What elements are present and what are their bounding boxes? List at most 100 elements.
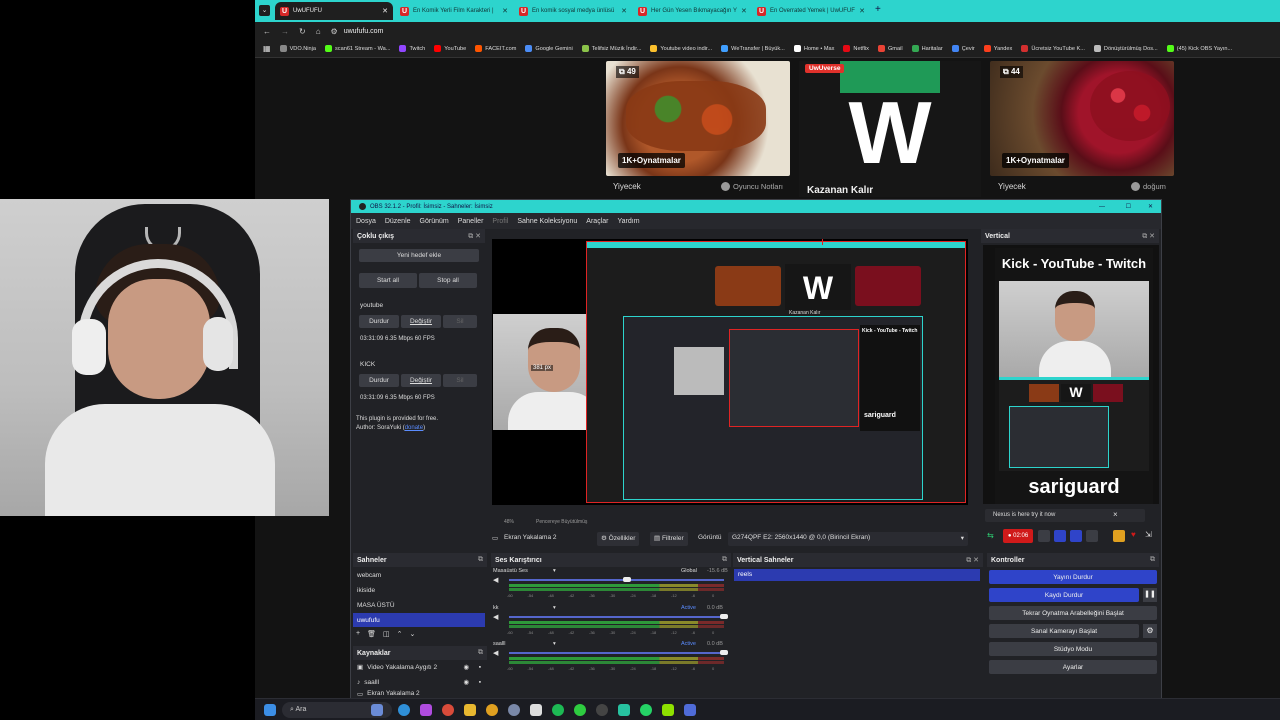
scene-switch-icon[interactable] xyxy=(1086,530,1098,542)
nexus-banner[interactable]: Nexus is here try it now × xyxy=(985,509,1145,522)
app-icon[interactable] xyxy=(574,704,586,716)
bookmark[interactable]: FACEIT.com xyxy=(475,45,516,52)
source-item[interactable]: ▣ Video Yakalama Aygıtı 2 ◉ ▪ xyxy=(353,660,485,674)
channel-mode[interactable]: Active xyxy=(681,605,696,611)
volume-slider[interactable] xyxy=(509,616,724,618)
menu-araclar[interactable]: Araçlar xyxy=(586,218,608,225)
widget-icon[interactable] xyxy=(371,704,383,716)
source-item[interactable]: ♪ saalll ◉ ▪ xyxy=(353,675,485,689)
tab-uwufufu[interactable]: U UwUFUFU ✕ xyxy=(275,2,393,20)
record-button[interactable]: ● 02:06 xyxy=(1003,529,1033,543)
spotify-icon[interactable] xyxy=(552,704,564,716)
bookmark[interactable]: Home • Max xyxy=(793,45,834,52)
forward-icon[interactable]: → xyxy=(281,27,289,36)
site-info-icon[interactable]: ⚙ xyxy=(331,27,338,36)
bookmark[interactable]: Dönüştürülmüş Dos... xyxy=(1093,45,1158,52)
settings-icon[interactable] xyxy=(508,704,520,716)
change-target-button[interactable]: Değiştir xyxy=(401,315,441,328)
visibility-icon[interactable]: ◉ xyxy=(463,678,469,686)
settings-icon[interactable] xyxy=(1113,530,1125,542)
tab-search-icon[interactable]: ⌄ xyxy=(259,5,270,16)
move-down-icon[interactable]: ⌄ xyxy=(409,630,415,638)
bookmark[interactable]: Haritalar xyxy=(911,45,943,52)
heart-icon[interactable]: ♥ xyxy=(1131,530,1136,539)
stop-target-button[interactable]: Durdur xyxy=(359,315,399,328)
trash-icon[interactable]: 🗑 xyxy=(367,630,376,638)
dock-controls-icon[interactable]: ⧉ xyxy=(722,556,727,564)
channel-mode[interactable]: Global xyxy=(681,568,697,574)
stop-target-button[interactable]: Durdur xyxy=(359,374,399,387)
dock-controls-icon[interactable]: ⧉ ✕ xyxy=(468,232,481,241)
donate-link[interactable]: donate xyxy=(405,425,423,431)
settings-button[interactable]: Ayarlar xyxy=(989,660,1157,674)
card-author[interactable]: Oyuncu Notları xyxy=(721,182,783,191)
link-icon[interactable]: ⇲ xyxy=(1145,530,1152,539)
menu-sahne-koleksiyonu[interactable]: Sahne Koleksiyonu xyxy=(517,218,577,225)
source-item[interactable]: ▭ Ekran Yakalama 2 xyxy=(353,689,485,698)
volume-slider[interactable] xyxy=(509,652,724,654)
close-banner-icon[interactable]: × xyxy=(1113,510,1118,519)
menu-profil[interactable]: Profil xyxy=(492,218,508,225)
filter-icon[interactable]: ◫ xyxy=(383,630,390,638)
maximize-icon[interactable]: ☐ xyxy=(1126,203,1131,210)
bookmark[interactable]: VDO.Ninja xyxy=(279,45,316,52)
start-replay-buffer-button[interactable]: Tekrar Oynatma Arabelleğini Başlat xyxy=(989,606,1157,620)
new-tab-button[interactable]: + xyxy=(875,4,881,15)
quiz-card-2[interactable]: UwUverse W Kazanan Kalır xyxy=(799,61,981,197)
reload-icon[interactable]: ↻ xyxy=(299,27,306,36)
properties-button[interactable]: ⚙ Özellikler xyxy=(597,532,640,546)
bookmark[interactable]: Yandex xyxy=(983,45,1012,52)
bookmark[interactable]: Twitch xyxy=(399,45,425,52)
main-preview[interactable]: 381 px W Kazanan Kalır Kick - YouTube - … xyxy=(492,239,968,505)
quiz-card-1[interactable]: ⧉ 49 1K+Oynatmalar xyxy=(606,61,790,176)
app-icon[interactable] xyxy=(442,704,454,716)
edge-icon[interactable] xyxy=(398,704,410,716)
vertical-preview[interactable]: Kick - YouTube - Twitch W sariguard xyxy=(983,245,1159,504)
dock-controls-icon[interactable]: ⧉ ✕ xyxy=(1142,232,1155,241)
stop-all-button[interactable]: Stop all xyxy=(419,273,477,288)
studio-mode-button[interactable]: Stüdyo Modu xyxy=(989,642,1157,656)
bookmark[interactable]: Youtube video indir... xyxy=(650,45,712,52)
close-tab-icon[interactable]: ✕ xyxy=(859,7,865,15)
menu-gorunum[interactable]: Görünüm xyxy=(420,218,449,225)
close-tab-icon[interactable]: ✕ xyxy=(741,7,747,15)
bookmark[interactable]: Çevir xyxy=(951,45,975,52)
scene-item[interactable]: MASA ÜSTÜ xyxy=(353,598,485,612)
chevron-down-icon[interactable]: ▾ xyxy=(553,641,556,647)
dock-controls-icon[interactable]: ⧉ xyxy=(1150,556,1155,564)
bookmark[interactable]: WeTransfer | Büyük... xyxy=(721,45,785,52)
app-icon[interactable] xyxy=(420,704,432,716)
tab-2[interactable]: U En Komik Yerli Film Karakteri | ✕ xyxy=(395,2,513,20)
virtualcam-icon[interactable] xyxy=(1070,530,1082,542)
gear-icon[interactable]: ⚙ xyxy=(1143,624,1157,638)
delete-target-button[interactable]: Sil xyxy=(443,315,477,328)
bookmark[interactable]: (45) Kick OBS Yayın... xyxy=(1166,45,1232,52)
screen-capture-source[interactable]: W Kazanan Kalır Kick - YouTube - Twitch … xyxy=(586,241,966,503)
tab-5[interactable]: U En Overrated Yemek | UwUFUF ✕ xyxy=(752,2,870,20)
stop-stream-button[interactable]: Yayını Durdur xyxy=(989,570,1157,584)
whatsapp-icon[interactable] xyxy=(640,704,652,716)
speaker-icon[interactable]: ◀ xyxy=(493,576,498,584)
close-tab-icon[interactable]: ✕ xyxy=(382,7,388,15)
app-icon[interactable] xyxy=(530,704,542,716)
pause-recording-icon[interactable]: ❚❚ xyxy=(1143,588,1157,602)
lock-icon[interactable]: ▪ xyxy=(479,664,481,671)
start-all-button[interactable]: Start all xyxy=(359,273,417,288)
speaker-icon[interactable]: ◀ xyxy=(493,613,498,621)
change-target-button[interactable]: Değiştir xyxy=(401,374,441,387)
dock-controls-icon[interactable]: ⧉ xyxy=(478,556,483,564)
channel-mode[interactable]: Active xyxy=(681,641,696,647)
bookmark[interactable]: Ücretsiz YouTube K... xyxy=(1021,45,1085,52)
volume-knob[interactable] xyxy=(623,577,632,582)
folder-icon[interactable] xyxy=(464,704,476,716)
minimize-icon[interactable]: — xyxy=(1099,204,1105,210)
dock-controls-icon[interactable]: ⧉ xyxy=(478,649,483,657)
menu-duzenle[interactable]: Düzenle xyxy=(385,218,411,225)
bookmark[interactable]: Netflix xyxy=(843,45,869,52)
replay-icon[interactable] xyxy=(1054,530,1066,542)
zoom-level[interactable]: 48% xyxy=(504,519,514,525)
volume-knob[interactable] xyxy=(720,650,728,655)
bookmark[interactable]: Gmail xyxy=(877,45,903,52)
app-icon[interactable] xyxy=(684,704,696,716)
move-up-icon[interactable]: ⌃ xyxy=(397,630,403,638)
